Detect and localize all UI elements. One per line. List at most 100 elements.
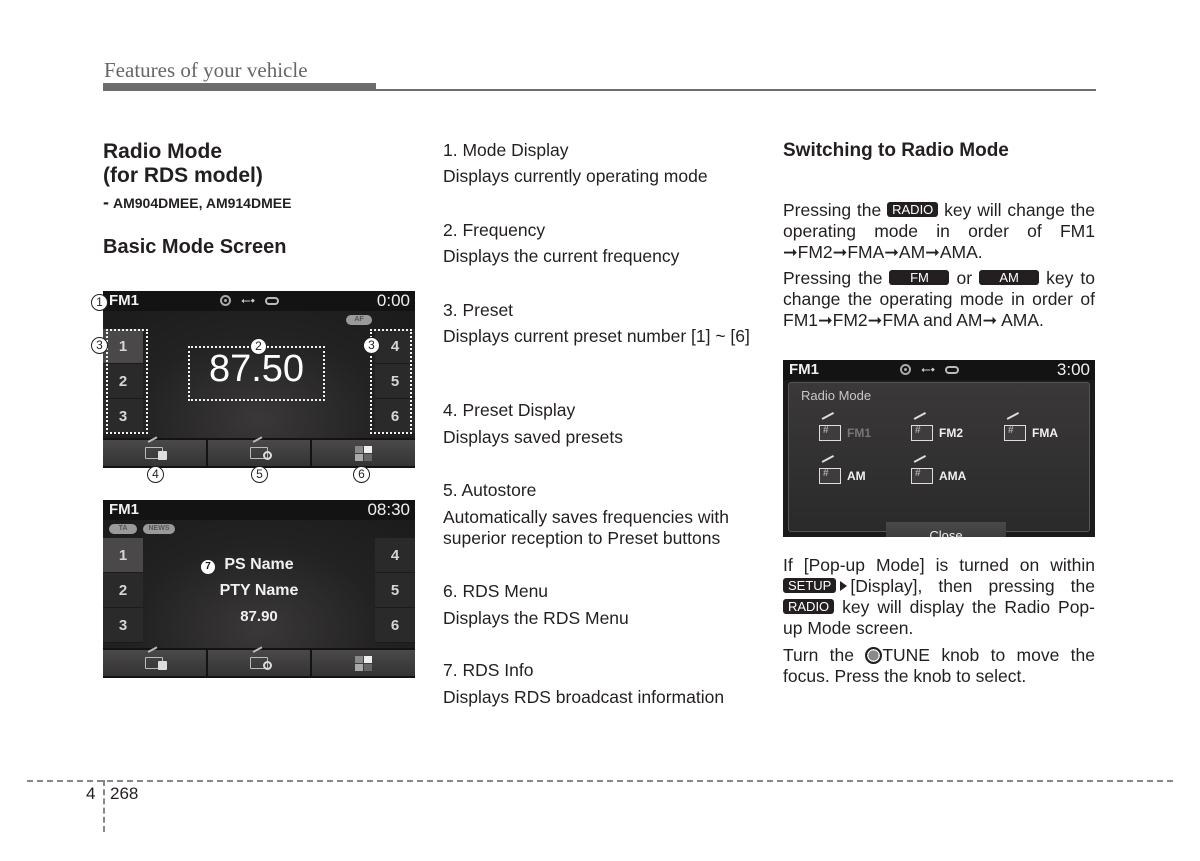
callout-3-right: 3	[363, 337, 380, 354]
header-rule-thin	[376, 89, 1096, 91]
item-5-title: 5. Autostore	[443, 480, 537, 500]
footer-divider	[103, 780, 105, 832]
radio-icon	[911, 468, 933, 484]
running-header: Features of your vehicle	[104, 58, 308, 82]
radio-icon	[1004, 425, 1026, 441]
radio-scan-icon	[250, 657, 272, 670]
radio-icon	[819, 468, 841, 484]
callout-4: 4	[147, 466, 164, 483]
item-7-desc: Displays RDS broadcast information	[443, 687, 725, 707]
preset-display-button[interactable]	[103, 440, 206, 466]
clock: 0:00	[376, 291, 410, 310]
item-3-title: 3. Preset	[443, 300, 514, 320]
news-badge: NEWS	[143, 524, 175, 534]
section-title-line2: (for RDS model)	[103, 164, 263, 187]
item-1-desc: Displays currently operating mode	[443, 166, 708, 186]
preset-button[interactable]: 6	[375, 608, 415, 643]
radio-icon	[819, 425, 841, 441]
status-icons: ⭠⬩	[220, 293, 279, 308]
radio-key: RADIO	[887, 202, 939, 217]
item-4-desc: Displays saved presets	[443, 427, 623, 447]
fm-key: FM	[889, 270, 950, 285]
item-3-desc: Displays current preset number [1] ~ [6]	[443, 326, 750, 346]
item-2-desc: Displays the current frequency	[443, 246, 680, 266]
basic-mode-screen: FM1 ⭠⬩ 0:00 AF 1 2 3 4 5 6 87.50	[103, 291, 415, 468]
model-list: AM904DMEE, AM914DMEE	[113, 195, 292, 211]
popup-title: Radio Mode	[801, 388, 872, 403]
section-title-line1: Radio Mode	[103, 140, 222, 163]
preset-button[interactable]: 5	[375, 573, 415, 608]
aux-icon	[944, 365, 959, 374]
model-numbers: - AM904DMEE, AM914DMEE	[103, 192, 291, 213]
clock: 08:30	[367, 500, 410, 519]
preset-highlight-left	[106, 329, 148, 434]
item-7-title: 7. RDS Info	[443, 660, 534, 680]
option-am[interactable]: AM	[819, 468, 866, 484]
preset-display-button[interactable]	[103, 650, 206, 676]
item-2-title: 2. Frequency	[443, 220, 546, 240]
callout-3-left: 3	[91, 337, 108, 354]
rds-menu-button[interactable]	[312, 650, 415, 676]
disc-icon	[220, 295, 231, 306]
option-fm1[interactable]: FM1	[819, 425, 871, 441]
radio-key: RADIO	[783, 599, 835, 614]
paragraph-radio-key: Pressing the RADIO key will change the o…	[783, 200, 1095, 262]
preset-list-right: 4 5 6	[375, 538, 415, 643]
radio-mode-popup: Radio Mode FM1 FM2 FMA AM AMA Close	[788, 382, 1090, 537]
autostore-button[interactable]	[207, 440, 311, 466]
paragraph-tune-knob: Turn the TUNE knob to move the focus. Pr…	[783, 645, 1095, 686]
arrow-right-icon	[840, 581, 848, 591]
item-6-title: 6. RDS Menu	[443, 581, 549, 601]
item-5-desc: Automatically saves frequencies with sup…	[443, 507, 729, 548]
disc-icon	[900, 364, 911, 375]
status-icons: ⭠⬩	[900, 362, 959, 377]
setup-key: SETUP	[783, 578, 837, 593]
option-fm2[interactable]: FM2	[911, 425, 963, 441]
callout-1: 1	[91, 294, 108, 311]
aux-icon	[264, 296, 279, 305]
preset-list-left: 1 2 3	[103, 538, 143, 643]
rds-frequency: 87.90	[240, 608, 278, 625]
tune-knob-icon	[865, 647, 883, 664]
radio-preset-icon	[145, 657, 168, 670]
clock: 3:00	[1056, 360, 1090, 379]
preset-button[interactable]: 1	[103, 538, 143, 573]
autostore-button[interactable]	[207, 650, 311, 676]
ps-name: PS Name	[224, 556, 294, 573]
preset-button[interactable]: 2	[103, 573, 143, 608]
model-dash: -	[103, 192, 109, 212]
paragraph-popup-mode: If [Pop-up Mode] is turned on within SET…	[783, 555, 1095, 638]
am-key: AM	[979, 270, 1040, 285]
preset-button[interactable]: 3	[103, 608, 143, 643]
callout-6: 6	[353, 466, 370, 483]
footer-rule	[27, 780, 1173, 782]
close-button[interactable]: Close	[886, 522, 1006, 537]
radio-mode-popup-screen: FM1 ⭠⬩ 3:00 Radio Mode FM1 FM2 FMA AM AM…	[783, 360, 1095, 537]
usb-icon: ⭠⬩	[921, 362, 935, 376]
item-4-title: 4. Preset Display	[443, 400, 576, 420]
rds-info-screen: FM1 08:30 TA NEWS 1 2 3 4 5 6 7 PS Name …	[103, 500, 415, 678]
function-bar	[103, 648, 415, 678]
option-ama[interactable]: AMA	[911, 468, 966, 484]
pty-name: PTY Name	[219, 582, 299, 599]
callout-5: 5	[251, 466, 268, 483]
menu-grid-icon	[355, 445, 373, 461]
ta-badge: TA	[109, 524, 137, 534]
menu-grid-icon	[355, 655, 373, 671]
item-1-title: 1. Mode Display	[443, 140, 569, 160]
radio-icon	[911, 425, 933, 441]
mode-label: FM1	[109, 501, 139, 518]
option-fma[interactable]: FMA	[1004, 425, 1058, 441]
mode-label: FM1	[109, 292, 139, 309]
preset-button[interactable]: 4	[375, 538, 415, 573]
radio-scan-icon	[250, 447, 272, 460]
af-badge: AF	[346, 315, 372, 325]
callout-2: 2	[250, 338, 267, 355]
page-number: 268	[110, 784, 139, 803]
paragraph-fm-am-key: Pressing the FM or AM key to change the …	[783, 268, 1095, 330]
header-rule-thick	[103, 83, 376, 91]
usb-icon: ⭠⬩	[241, 293, 255, 307]
chapter-number: 4	[86, 784, 96, 803]
rds-menu-button[interactable]	[312, 440, 415, 466]
callout-7: 7	[201, 560, 215, 574]
